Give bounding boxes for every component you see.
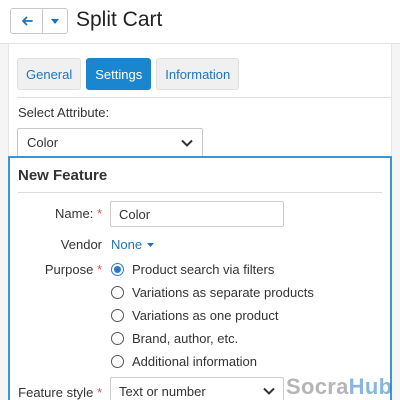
caret-down-icon	[51, 18, 59, 24]
panel-divider	[18, 192, 382, 193]
chevron-down-icon	[263, 387, 275, 395]
select-attribute-dropdown[interactable]: Color	[17, 128, 203, 157]
purpose-label-text: Purpose	[44, 262, 94, 277]
purpose-option-brand[interactable]: Brand, author, etc.	[111, 331, 238, 346]
purpose-option-one-product[interactable]: Variations as one product	[111, 308, 278, 323]
required-marker: *	[96, 385, 102, 400]
name-input-value: Color	[119, 206, 151, 222]
purpose-label: Purpose *	[24, 262, 102, 277]
tab-information[interactable]: Information	[156, 58, 240, 90]
arrow-left-icon	[21, 16, 33, 26]
radio-button[interactable]	[111, 309, 124, 322]
vendor-label: Vendor	[24, 237, 102, 252]
back-button-group	[10, 8, 68, 34]
purpose-option-label: Product search via filters	[132, 262, 275, 277]
required-marker: *	[96, 206, 102, 221]
purpose-option-label: Additional information	[132, 354, 258, 369]
vendor-value: None	[111, 237, 143, 252]
radio-button[interactable]	[111, 263, 124, 276]
purpose-option-label: Variations as one product	[132, 308, 279, 323]
chevron-down-icon	[181, 139, 193, 147]
vendor-dropdown[interactable]: None	[111, 237, 155, 252]
watermark-logo: SocraHub	[286, 374, 392, 400]
radio-button[interactable]	[111, 355, 124, 368]
radio-button[interactable]	[111, 286, 124, 299]
name-label: Name: *	[24, 206, 102, 221]
name-input[interactable]: Color	[110, 201, 284, 227]
new-feature-panel: New Feature Name: * Color Vendor None Pu…	[8, 156, 392, 400]
select-attribute-label: Select Attribute:	[18, 105, 110, 120]
tab-general[interactable]: General	[17, 58, 82, 90]
caret-down-icon	[147, 242, 155, 247]
purpose-option-filters[interactable]: Product search via filters	[111, 262, 274, 277]
tab-settings[interactable]: Settings	[86, 58, 152, 90]
watermark-part-1: Socra	[286, 374, 349, 399]
back-button[interactable]	[11, 9, 43, 33]
purpose-option-label: Brand, author, etc.	[132, 331, 239, 346]
required-marker: *	[96, 262, 102, 277]
watermark-part-2: Hub	[348, 374, 393, 399]
name-label-text: Name:	[55, 206, 94, 221]
tab-bar: General Settings Information	[17, 58, 240, 90]
top-bar: Split Cart	[0, 0, 400, 44]
feature-style-dropdown[interactable]: Text or number	[110, 377, 284, 400]
purpose-option-label: Variations as separate products	[132, 285, 314, 300]
vendor-label-text: Vendor	[60, 237, 102, 252]
purpose-option-additional-info[interactable]: Additional information	[111, 354, 257, 369]
page-title: Split Cart	[76, 8, 163, 31]
back-history-dropdown[interactable]	[43, 9, 67, 33]
tab-divider	[17, 97, 391, 98]
purpose-option-separate-products[interactable]: Variations as separate products	[111, 285, 314, 300]
feature-style-value: Text or number	[119, 383, 206, 399]
select-attribute-value: Color	[27, 135, 59, 150]
feature-style-label: Feature style *	[14, 385, 102, 400]
panel-title: New Feature	[18, 167, 108, 184]
radio-button[interactable]	[111, 332, 124, 345]
feature-style-label-text: Feature style	[18, 385, 94, 400]
